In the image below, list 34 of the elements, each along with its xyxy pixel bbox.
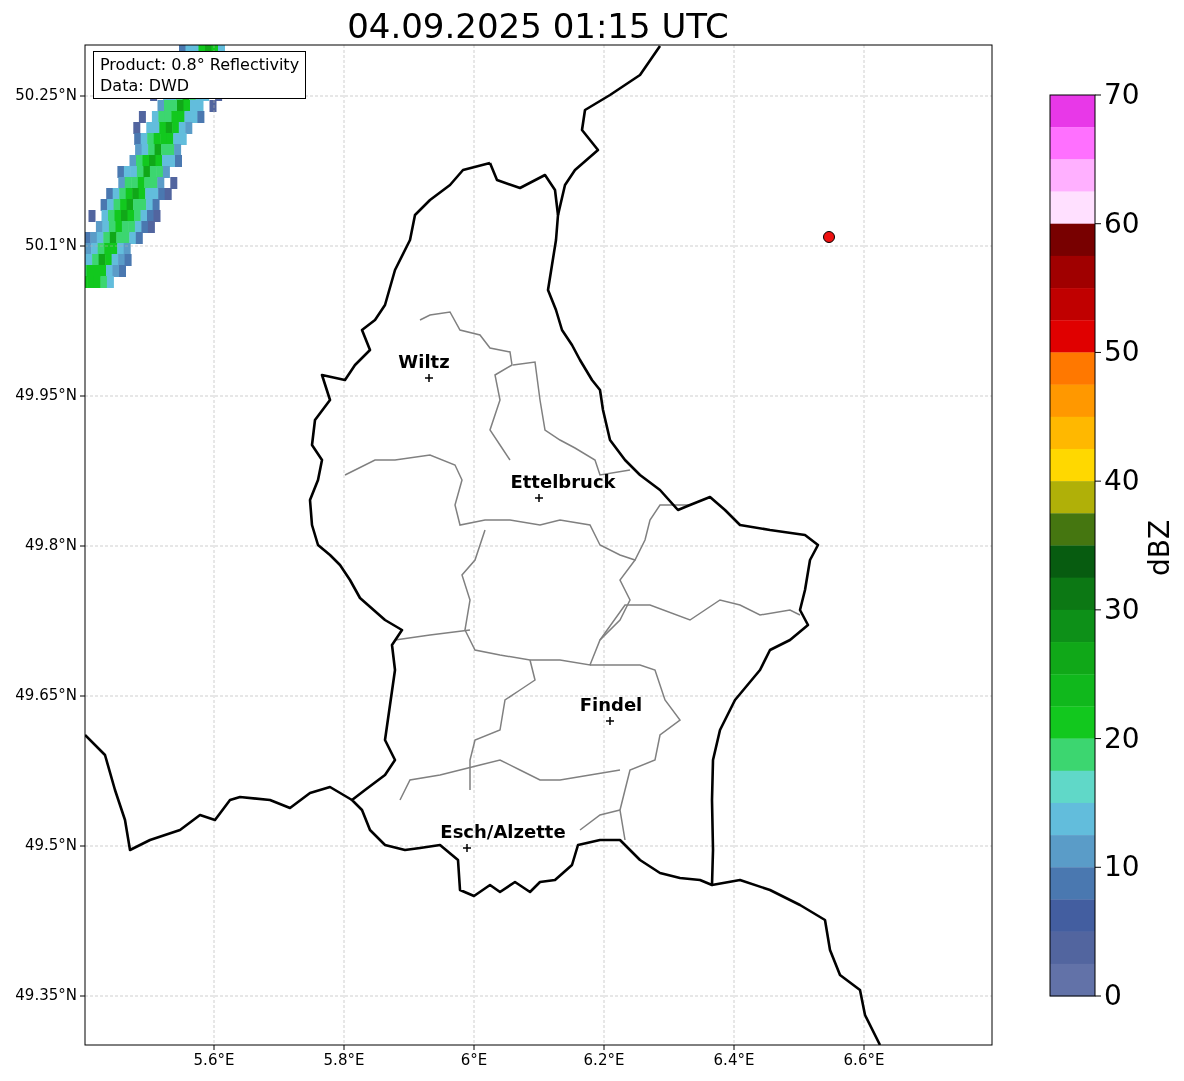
axis-tick-label: 5.6°E xyxy=(193,1053,235,1068)
colorbar-tick-label: 50 xyxy=(1104,338,1140,367)
city-label: Ettelbruck xyxy=(510,473,616,491)
chart-title: 04.09.2025 01:15 UTC xyxy=(347,9,729,43)
city-marker-icon xyxy=(605,716,615,726)
city-label: Esch/Alzette xyxy=(440,823,566,841)
colorbar-tick-label: 30 xyxy=(1104,595,1140,624)
axis-tick-label: 49.35°N xyxy=(15,988,77,1003)
axis-tick-label: 50.25°N xyxy=(15,88,77,103)
axis-tick-label: 5.8°E xyxy=(323,1053,365,1068)
axis-tick-label: 49.65°N xyxy=(15,688,77,703)
colorbar-tick-label: 10 xyxy=(1104,853,1140,882)
colorbar-label: dBZ xyxy=(1146,519,1174,577)
info-text: Product: 0.8° Reflectivity xyxy=(100,54,300,75)
axis-tick-label: 6°E xyxy=(460,1053,488,1068)
colorbar-tick-label: 20 xyxy=(1104,724,1140,753)
colorbar-tick-label: 60 xyxy=(1104,209,1140,238)
city-marker-icon xyxy=(424,373,434,383)
axis-tick-label: 6.2°E xyxy=(583,1053,625,1068)
city-marker-icon xyxy=(462,843,472,853)
colorbar-tick-label: 0 xyxy=(1104,982,1122,1010)
axis-tick-label: 49.95°N xyxy=(15,388,77,403)
colorbar-tick-label: 40 xyxy=(1104,467,1140,496)
city-marker-icon xyxy=(534,493,544,503)
axis-tick-label: 50.1°N xyxy=(24,238,77,253)
city-label: Wiltz xyxy=(398,353,450,371)
axis-tick-label: 6.4°E xyxy=(713,1053,755,1068)
info-text: Data: DWD xyxy=(100,75,191,96)
colorbar-tick-label: 70 xyxy=(1104,81,1140,109)
axis-tick-label: 49.5°N xyxy=(24,838,77,853)
location-dot-icon xyxy=(823,231,835,243)
city-label: Findel xyxy=(579,696,643,714)
axis-tick-label: 49.8°N xyxy=(24,538,77,553)
axis-tick-label: 6.6°E xyxy=(843,1053,885,1068)
